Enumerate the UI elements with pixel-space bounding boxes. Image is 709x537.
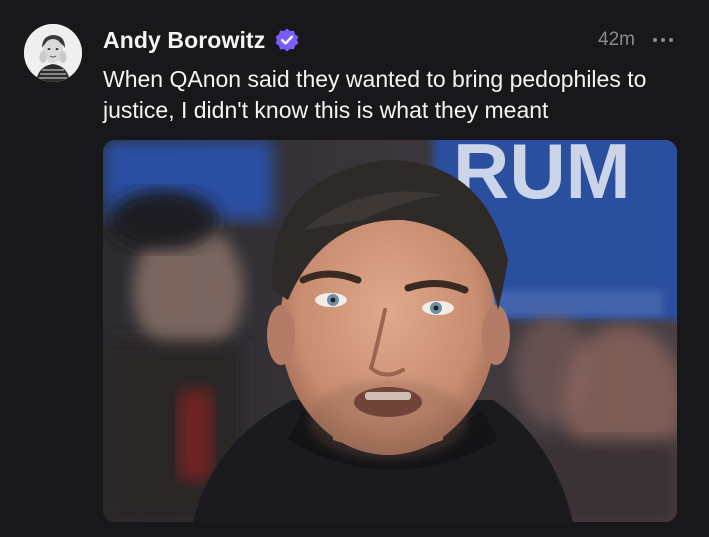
post-image[interactable]: RUM <box>103 140 677 522</box>
author-name[interactable]: Andy Borowitz <box>103 27 265 54</box>
author-avatar[interactable] <box>24 24 82 82</box>
post-card: Andy Borowitz 42m When QAnon said they w… <box>0 0 709 537</box>
post-text: When QAnon said they wanted to bring ped… <box>103 66 647 123</box>
avatar-photo <box>24 24 82 82</box>
post-timestamp[interactable]: 42m <box>598 29 635 51</box>
verified-badge-icon <box>274 27 300 53</box>
news-photo: RUM <box>103 140 677 522</box>
post-header: Andy Borowitz 42m <box>103 24 673 56</box>
more-options-icon[interactable] <box>653 34 673 46</box>
